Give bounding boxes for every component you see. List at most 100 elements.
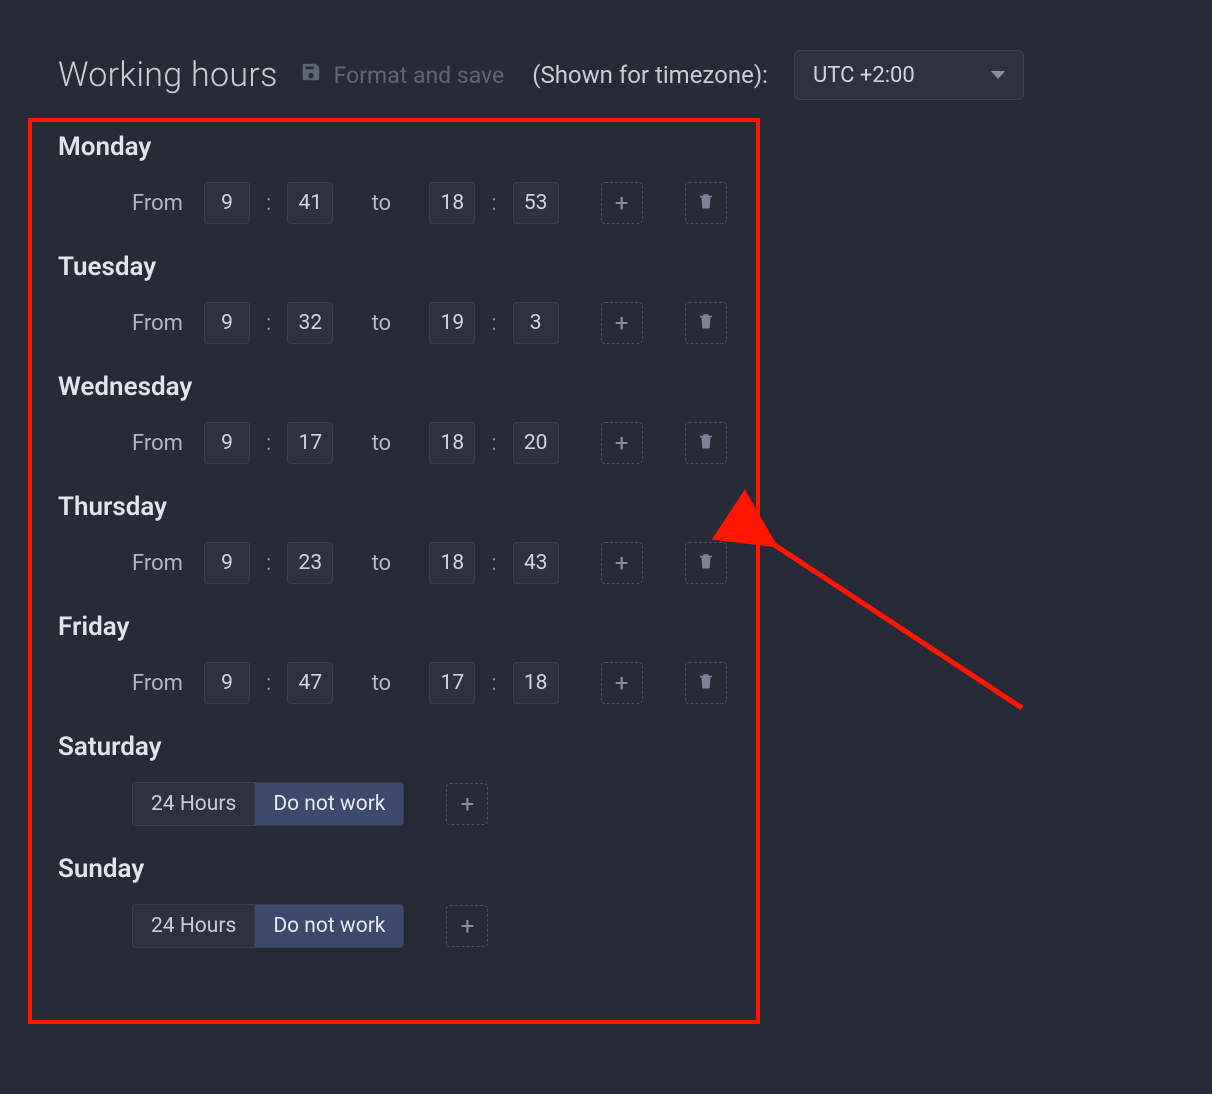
to-minute-input[interactable]: 20 [513,422,559,464]
day-row: 24 HoursDo not work + [58,904,1212,948]
day-row: From9:41to18:53+ [58,182,1212,224]
toggle-24-hours[interactable]: 24 Hours [133,905,255,947]
to-hour-input[interactable]: 18 [429,422,475,464]
from-hour-input[interactable]: 9 [204,662,250,704]
add-interval-button[interactable]: + [601,182,643,224]
from-hour-input[interactable]: 9 [204,422,250,464]
delete-interval-button[interactable] [685,182,727,224]
day-row: 24 HoursDo not work + [58,782,1212,826]
chevron-down-icon [991,71,1005,79]
delete-interval-button[interactable] [685,302,727,344]
timezone-label: (Shown for timezone): [532,61,768,89]
from-label: From [132,431,190,456]
from-minute-input[interactable]: 41 [287,182,333,224]
plus-icon: + [615,671,629,695]
to-label: to [361,431,401,456]
trash-icon [697,312,715,334]
from-minute-input[interactable]: 23 [287,542,333,584]
delete-interval-button[interactable] [685,542,727,584]
day-row: From9:17to18:20+ [58,422,1212,464]
from-label: From [132,191,190,216]
to-label: to [361,551,401,576]
time-colon: : [491,431,496,456]
to-label: to [361,671,401,696]
to-minute-input[interactable]: 3 [513,302,559,344]
plus-icon: + [615,431,629,455]
to-minute-input[interactable]: 53 [513,182,559,224]
to-hour-input[interactable]: 17 [429,662,475,704]
day-block: TuesdayFrom9:32to19:3+ [58,252,1212,344]
day-mode-toggle: 24 HoursDo not work [132,782,404,826]
from-hour-input[interactable]: 9 [204,542,250,584]
to-hour-input[interactable]: 18 [429,182,475,224]
day-mode-toggle: 24 HoursDo not work [132,904,404,948]
format-and-save-button[interactable]: Format and save [300,61,505,89]
add-interval-button[interactable]: + [601,662,643,704]
to-label: to [361,191,401,216]
from-label: From [132,311,190,336]
delete-interval-button[interactable] [685,662,727,704]
day-block: Saturday 24 HoursDo not work + [58,732,1212,826]
plus-icon: + [615,311,629,335]
day-name: Friday [58,612,1212,642]
toggle-do-not-work[interactable]: Do not work [255,905,403,947]
day-name: Sunday [58,854,1212,884]
trash-icon [697,672,715,694]
time-colon: : [491,191,496,216]
toggle-24-hours[interactable]: 24 Hours [133,783,255,825]
day-row: From9:47to17:18+ [58,662,1212,704]
delete-interval-button[interactable] [685,422,727,464]
to-hour-input[interactable]: 18 [429,542,475,584]
add-interval-button[interactable]: + [446,905,488,947]
time-colon: : [491,671,496,696]
from-minute-input[interactable]: 32 [287,302,333,344]
add-interval-button[interactable]: + [601,302,643,344]
add-interval-button[interactable]: + [601,422,643,464]
day-block: Sunday 24 HoursDo not work + [58,854,1212,948]
from-label: From [132,671,190,696]
from-hour-input[interactable]: 9 [204,182,250,224]
to-hour-input[interactable]: 19 [429,302,475,344]
trash-icon [697,552,715,574]
day-block: ThursdayFrom9:23to18:43+ [58,492,1212,584]
add-interval-button[interactable]: + [601,542,643,584]
day-block: MondayFrom9:41to18:53+ [58,132,1212,224]
plus-icon: + [615,551,629,575]
plus-icon: + [461,792,475,816]
save-icon [300,61,322,89]
add-interval-button[interactable]: + [446,783,488,825]
plus-icon: + [461,914,475,938]
time-colon: : [266,551,271,576]
time-colon: : [491,551,496,576]
from-minute-input[interactable]: 47 [287,662,333,704]
trash-icon [697,192,715,214]
day-name: Saturday [58,732,1212,762]
day-name: Thursday [58,492,1212,522]
plus-icon: + [615,191,629,215]
day-block: FridayFrom9:47to17:18+ [58,612,1212,704]
save-label: Format and save [334,62,505,89]
day-block: WednesdayFrom9:17to18:20+ [58,372,1212,464]
from-hour-input[interactable]: 9 [204,302,250,344]
time-colon: : [266,311,271,336]
from-minute-input[interactable]: 17 [287,422,333,464]
time-colon: : [266,191,271,216]
from-label: From [132,551,190,576]
day-row: From9:32to19:3+ [58,302,1212,344]
trash-icon [697,432,715,454]
time-colon: : [266,671,271,696]
toggle-do-not-work[interactable]: Do not work [255,783,403,825]
to-minute-input[interactable]: 43 [513,542,559,584]
header: Working hours Format and save (Shown for… [0,0,1212,100]
day-name: Wednesday [58,372,1212,402]
working-hours-list: MondayFrom9:41to18:53+TuesdayFrom9:32to1… [0,100,1212,948]
to-label: to [361,311,401,336]
time-colon: : [266,431,271,456]
to-minute-input[interactable]: 18 [513,662,559,704]
day-row: From9:23to18:43+ [58,542,1212,584]
timezone-select[interactable]: UTC +2:00 [794,50,1024,100]
day-name: Tuesday [58,252,1212,282]
day-name: Monday [58,132,1212,162]
timezone-value: UTC +2:00 [813,63,915,88]
time-colon: : [491,311,496,336]
